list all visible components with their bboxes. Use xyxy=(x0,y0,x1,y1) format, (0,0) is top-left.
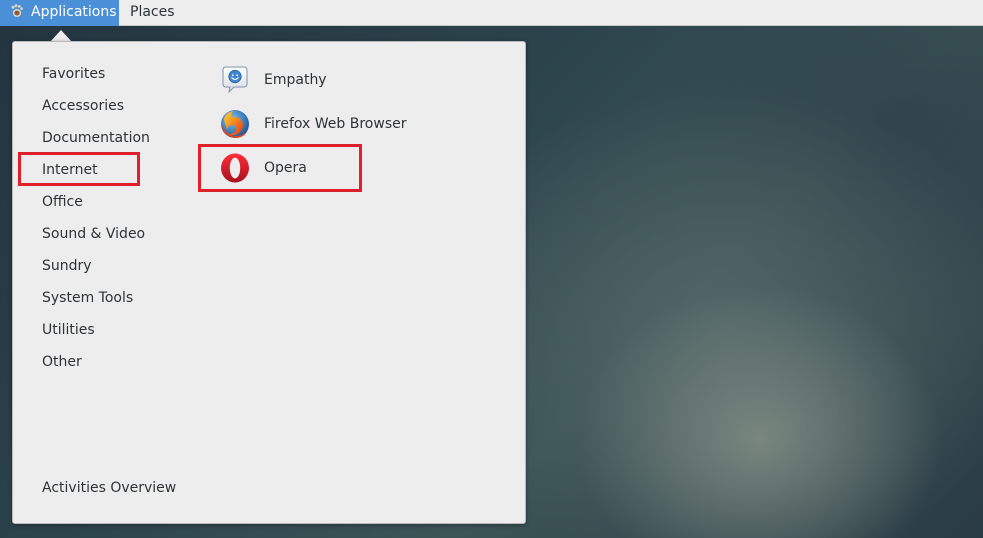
empathy-icon xyxy=(222,66,248,94)
firefox-icon xyxy=(221,110,249,138)
app-item-firefox[interactable]: Firefox Web Browser xyxy=(219,102,519,146)
category-documentation[interactable]: Documentation xyxy=(13,122,193,154)
category-list: Favorites Accessories Documentation Inte… xyxy=(13,58,193,378)
category-office[interactable]: Office xyxy=(13,186,193,218)
app-item-empathy[interactable]: Empathy xyxy=(219,58,519,102)
applications-label: Applications xyxy=(31,4,117,20)
category-sundry[interactable]: Sundry xyxy=(13,250,193,282)
category-sound-video[interactable]: Sound & Video xyxy=(13,218,193,250)
app-label-firefox: Firefox Web Browser xyxy=(264,116,407,132)
category-utilities[interactable]: Utilities xyxy=(13,314,193,346)
applications-menu-button[interactable]: Applications xyxy=(0,0,119,26)
opera-icon xyxy=(221,153,249,183)
gnome-foot-icon xyxy=(11,4,23,17)
category-other[interactable]: Other xyxy=(13,346,193,378)
top-bar: Applications Places xyxy=(0,0,983,26)
app-label-opera: Opera xyxy=(264,160,307,176)
category-favorites[interactable]: Favorites xyxy=(13,58,193,90)
app-label-empathy: Empathy xyxy=(264,72,327,88)
places-menu-button[interactable]: Places xyxy=(130,0,175,26)
category-system-tools[interactable]: System Tools xyxy=(13,282,193,314)
applications-menu-popup: Favorites Accessories Documentation Inte… xyxy=(12,41,526,524)
activities-overview-button[interactable]: Activities Overview xyxy=(42,480,176,496)
category-accessories[interactable]: Accessories xyxy=(13,90,193,122)
app-list: Empathy Firefox Web Browser Opera xyxy=(219,58,519,190)
app-item-opera[interactable]: Opera xyxy=(219,146,519,190)
category-internet[interactable]: Internet xyxy=(13,154,193,186)
